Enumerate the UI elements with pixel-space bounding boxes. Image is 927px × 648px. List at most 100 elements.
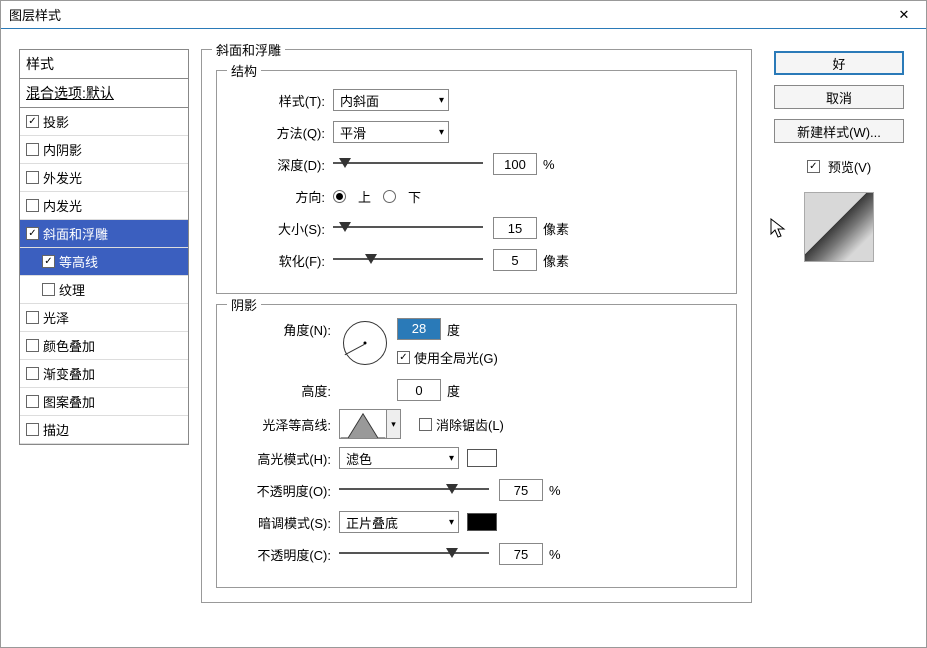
preview-checkbox[interactable]: ✓ [807,160,820,173]
altitude-unit: 度 [447,381,460,400]
styles-list: 样式 混合选项:默认 ✓投影 内阴影 外发光 内发光 ✓斜面和浮雕 ✓ 等高线 纹… [19,49,189,445]
shadow-opacity-label: 不透明度(C): [231,545,339,564]
highlight-opacity-label: 不透明度(O): [231,481,339,500]
soften-input[interactable] [493,249,537,271]
shadow-mode-select[interactable]: 正片叠底▾ [339,511,459,533]
ok-button[interactable]: 好 [774,51,904,75]
select-value: 内斜面 [340,91,379,110]
anti-alias-label: 消除锯齿(L) [436,415,504,434]
style-item-drop-shadow[interactable]: ✓投影 [20,108,188,136]
style-item-color-overlay[interactable]: 颜色叠加 [20,332,188,360]
shadow-color-swatch[interactable] [467,513,497,531]
styles-panel: 样式 混合选项:默认 ✓投影 内阴影 外发光 内发光 ✓斜面和浮雕 ✓ 等高线 纹… [19,49,189,647]
structure-legend: 结构 [227,61,261,80]
shadow-opacity-slider[interactable] [339,545,489,563]
style-label: 外发光 [43,168,82,187]
checkbox-icon[interactable]: ✓ [26,227,39,240]
gloss-contour-label: 光泽等高线: [231,415,339,434]
cancel-button[interactable]: 取消 [774,85,904,109]
style-select[interactable]: 内斜面 ▾ [333,89,449,111]
close-button[interactable]: ✕ [884,2,924,28]
checkbox-icon[interactable] [26,311,39,324]
style-label: 渐变叠加 [43,364,95,383]
angle-unit: 度 [447,320,460,339]
checkbox-icon[interactable] [26,423,39,436]
soften-unit: 像素 [543,251,569,270]
altitude-label: 高度: [231,381,339,400]
bevel-legend: 斜面和浮雕 [212,40,285,59]
size-input[interactable] [493,217,537,239]
highlight-mode-label: 高光模式(H): [231,449,339,468]
direction-label: 方向: [231,187,333,206]
highlight-opacity-input[interactable] [499,479,543,501]
shadow-group: 阴影 角度(N): 28 度 ✓ 使用全局光(G) [216,304,737,588]
gloss-contour-dropdown[interactable]: ▾ [387,409,401,439]
chevron-down-icon: ▾ [439,95,444,106]
style-item-satin[interactable]: 光泽 [20,304,188,332]
chevron-down-icon: ▾ [439,127,444,138]
checkbox-icon[interactable]: ✓ [26,115,39,128]
style-item-bevel-emboss[interactable]: ✓斜面和浮雕 [20,220,188,248]
style-item-texture[interactable]: 纹理 [20,276,188,304]
depth-input[interactable] [493,153,537,175]
style-label: 颜色叠加 [43,336,95,355]
angle-label: 角度(N): [231,320,339,339]
gloss-contour-picker[interactable] [339,409,387,439]
direction-down-label: 下 [408,187,421,206]
direction-up-label: 上 [358,187,371,206]
soften-slider[interactable] [333,251,483,269]
highlight-mode-select[interactable]: 滤色▾ [339,447,459,469]
select-value: 平滑 [340,123,366,142]
select-value: 滤色 [346,449,372,468]
direction-down-radio[interactable] [383,190,396,203]
global-light-checkbox[interactable]: ✓ [397,351,410,364]
style-item-inner-glow[interactable]: 内发光 [20,192,188,220]
technique-select[interactable]: 平滑 ▾ [333,121,449,143]
blend-options-header[interactable]: 混合选项:默认 [20,79,188,108]
anti-alias-checkbox[interactable] [419,418,432,431]
style-item-pattern-overlay[interactable]: 图案叠加 [20,388,188,416]
size-slider[interactable] [333,219,483,237]
style-label: 内阴影 [43,140,82,159]
preview-label: 预览(V) [828,157,871,176]
depth-unit: % [543,157,555,172]
highlight-opacity-slider[interactable] [339,481,489,499]
checkbox-icon[interactable]: ✓ [42,255,55,268]
altitude-input[interactable] [397,379,441,401]
style-item-inner-shadow[interactable]: 内阴影 [20,136,188,164]
style-item-gradient-overlay[interactable]: 渐变叠加 [20,360,188,388]
cursor-icon [770,218,788,240]
shadow-opacity-unit: % [549,547,561,562]
style-item-outer-glow[interactable]: 外发光 [20,164,188,192]
style-label: 等高线 [59,252,98,271]
checkbox-icon[interactable] [26,171,39,184]
close-icon: ✕ [899,7,910,23]
angle-dial[interactable] [343,321,387,365]
styles-header[interactable]: 样式 [20,50,188,79]
checkbox-icon[interactable] [26,199,39,212]
style-label: 纹理 [59,280,85,299]
structure-group: 结构 样式(T): 内斜面▾ 方法(Q): 平滑▾ 深度(D): % [216,70,737,294]
highlight-opacity-unit: % [549,483,561,498]
style-item-stroke[interactable]: 描边 [20,416,188,444]
new-style-button[interactable]: 新建样式(W)... [774,119,904,143]
style-item-contour[interactable]: ✓ 等高线 [20,248,188,276]
checkbox-icon[interactable] [26,395,39,408]
global-light-label: 使用全局光(G) [414,348,498,367]
checkbox-icon[interactable] [26,339,39,352]
chevron-down-icon: ▾ [449,517,454,528]
angle-input[interactable]: 28 [397,318,441,340]
shadow-opacity-input[interactable] [499,543,543,565]
depth-slider[interactable] [333,155,483,173]
highlight-color-swatch[interactable] [467,449,497,467]
size-unit: 像素 [543,219,569,238]
checkbox-icon[interactable] [26,143,39,156]
depth-label: 深度(D): [231,155,333,174]
checkbox-icon[interactable] [42,283,55,296]
style-label: 光泽 [43,308,69,327]
soften-label: 软化(F): [231,251,333,270]
technique-label: 方法(Q): [231,123,333,142]
style-label: 样式(T): [231,91,333,110]
direction-up-radio[interactable] [333,190,346,203]
checkbox-icon[interactable] [26,367,39,380]
